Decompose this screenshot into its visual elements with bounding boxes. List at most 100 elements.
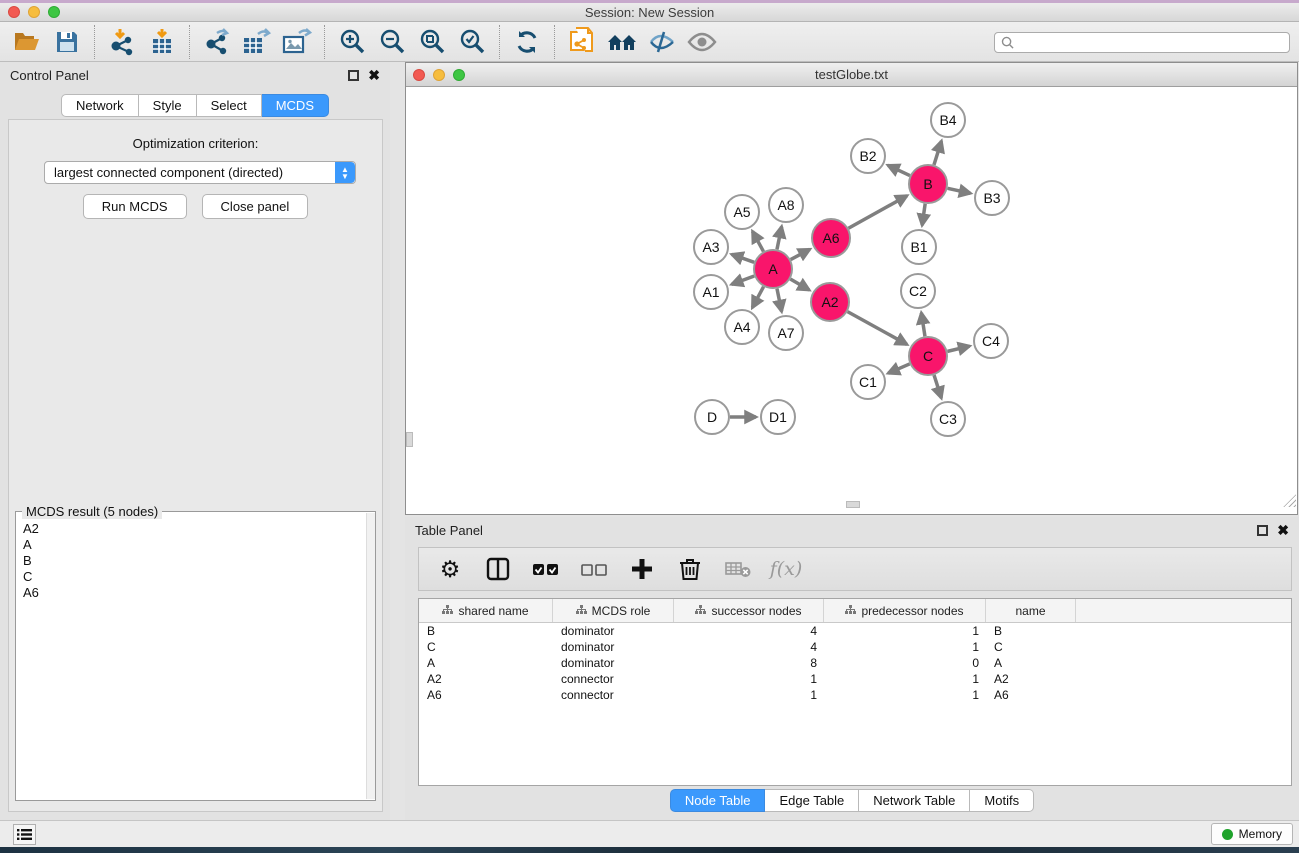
result-scrollbar[interactable] (366, 513, 375, 799)
graph-edge-A-A5[interactable] (753, 231, 764, 251)
column-header-name[interactable]: name (986, 599, 1076, 622)
graph-edge-C-C3[interactable] (934, 375, 941, 398)
cell-shared-name[interactable]: A2 (419, 671, 553, 687)
search-input[interactable] (1019, 36, 1283, 50)
graph-edge-A-A2[interactable] (790, 279, 809, 290)
close-panel-icon[interactable]: ✖ (368, 70, 380, 81)
table-row[interactable]: Adominator80A (419, 655, 1291, 671)
graph-edge-C-C4[interactable] (947, 346, 969, 351)
split-columns-icon[interactable] (485, 556, 511, 582)
mcds-result-item[interactable]: A (23, 537, 365, 553)
cell-predecessor-nodes[interactable]: 1 (824, 639, 986, 655)
export-table-icon[interactable] (240, 26, 274, 58)
horizontal-scroll-thumb[interactable] (846, 501, 860, 508)
graph-edge-B-B2[interactable] (888, 165, 910, 175)
network-canvas[interactable]: AA1A3A5A8A6A2A4A7BB2B4B3B1CC2C4C1C3DD1 (406, 87, 1297, 508)
cell-predecessor-nodes[interactable]: 1 (824, 623, 986, 639)
graph-edge-A-A6[interactable] (791, 249, 810, 259)
tab-node-table[interactable]: Node Table (670, 789, 766, 812)
graph-edge-A-A1[interactable] (732, 276, 755, 284)
cell-MCDS-role[interactable]: connector (553, 671, 674, 687)
show-all-icon[interactable] (685, 26, 719, 58)
mcds-result-item[interactable]: B (23, 553, 365, 569)
mcds-result-item[interactable]: C (23, 569, 365, 585)
zoom-fit-icon[interactable] (415, 26, 449, 58)
graph-edge-B-B4[interactable] (934, 141, 941, 165)
open-file-icon[interactable] (10, 26, 44, 58)
unselect-all-columns-icon[interactable] (581, 556, 607, 582)
tab-network-table[interactable]: Network Table (859, 789, 970, 812)
graph-edge-A2-C[interactable] (848, 312, 907, 345)
column-header-MCDS-role[interactable]: MCDS role (553, 599, 674, 622)
resize-grip[interactable] (1283, 494, 1296, 507)
hide-selected-icon[interactable] (645, 26, 679, 58)
close-panel-button[interactable]: Close panel (202, 194, 309, 219)
graph-edge-A-A7[interactable] (777, 289, 782, 312)
cell-predecessor-nodes[interactable]: 0 (824, 655, 986, 671)
search-field[interactable] (994, 32, 1290, 53)
cell-shared-name[interactable]: A (419, 655, 553, 671)
tab-style[interactable]: Style (139, 94, 197, 117)
column-header-successor-nodes[interactable]: successor nodes (674, 599, 824, 622)
add-column-icon[interactable] (629, 556, 655, 582)
graph-edge-A-A8[interactable] (777, 227, 782, 250)
cell-MCDS-role[interactable]: dominator (553, 639, 674, 655)
delete-table-icon[interactable] (725, 556, 751, 582)
cell-predecessor-nodes[interactable]: 1 (824, 671, 986, 687)
cell-predecessor-nodes[interactable]: 1 (824, 687, 986, 703)
network-window-titlebar[interactable]: testGlobe.txt (406, 63, 1297, 87)
task-history-button[interactable] (13, 824, 36, 845)
cell-successor-nodes[interactable]: 1 (674, 671, 824, 687)
tab-edge-table[interactable]: Edge Table (765, 789, 859, 812)
tab-motifs[interactable]: Motifs (970, 789, 1034, 812)
zoom-in-icon[interactable] (335, 26, 369, 58)
cell-shared-name[interactable]: A6 (419, 687, 553, 703)
refresh-icon[interactable] (510, 26, 544, 58)
graph-edge-B-B1[interactable] (922, 204, 925, 225)
graph-edge-B-B3[interactable] (948, 188, 971, 193)
delete-columns-icon[interactable] (677, 556, 703, 582)
gear-icon[interactable]: ⚙ (437, 556, 463, 582)
cell-MCDS-role[interactable]: dominator (553, 655, 674, 671)
select-all-columns-icon[interactable] (533, 556, 559, 582)
import-table-icon[interactable] (145, 26, 179, 58)
mcds-result-item[interactable]: A6 (23, 585, 365, 601)
cell-successor-nodes[interactable]: 8 (674, 655, 824, 671)
cell-name[interactable]: A (986, 655, 1076, 671)
cell-shared-name[interactable]: C (419, 639, 553, 655)
zoom-selected-icon[interactable] (455, 26, 489, 58)
cell-name[interactable]: A6 (986, 687, 1076, 703)
save-session-icon[interactable] (50, 26, 84, 58)
float-panel-icon[interactable] (348, 70, 359, 81)
cell-name[interactable]: C (986, 639, 1076, 655)
tab-network[interactable]: Network (61, 94, 139, 117)
column-header-shared-name[interactable]: shared name (419, 599, 553, 622)
cell-name[interactable]: B (986, 623, 1076, 639)
vertical-scroll-thumb[interactable] (406, 432, 413, 447)
cell-MCDS-role[interactable]: connector (553, 687, 674, 703)
table-row[interactable]: A2connector11A2 (419, 671, 1291, 687)
cell-successor-nodes[interactable]: 4 (674, 639, 824, 655)
table-row[interactable]: A6connector11A6 (419, 687, 1291, 703)
export-network-icon[interactable] (200, 26, 234, 58)
graph-edge-A6-B[interactable] (848, 196, 907, 229)
import-network-icon[interactable] (105, 26, 139, 58)
float-table-panel-icon[interactable] (1257, 525, 1268, 536)
export-image-icon[interactable] (280, 26, 314, 58)
tab-select[interactable]: Select (197, 94, 262, 117)
cell-name[interactable]: A2 (986, 671, 1076, 687)
new-network-from-selection-icon[interactable] (565, 26, 599, 58)
cell-successor-nodes[interactable]: 1 (674, 687, 824, 703)
zoom-out-icon[interactable] (375, 26, 409, 58)
cell-shared-name[interactable]: B (419, 623, 553, 639)
cell-successor-nodes[interactable]: 4 (674, 623, 824, 639)
column-header-predecessor-nodes[interactable]: predecessor nodes (824, 599, 986, 622)
criterion-dropdown[interactable]: largest connected component (directed) ▲… (44, 161, 356, 184)
mcds-result-list[interactable]: A2ABCA6 (16, 515, 365, 799)
table-row[interactable]: Bdominator41B (419, 623, 1291, 639)
run-mcds-button[interactable]: Run MCDS (83, 194, 187, 219)
tab-mcds[interactable]: MCDS (262, 94, 329, 117)
memory-button[interactable]: Memory (1211, 823, 1293, 845)
graph-edge-A-A4[interactable] (752, 287, 763, 308)
close-table-panel-icon[interactable]: ✖ (1277, 525, 1289, 536)
